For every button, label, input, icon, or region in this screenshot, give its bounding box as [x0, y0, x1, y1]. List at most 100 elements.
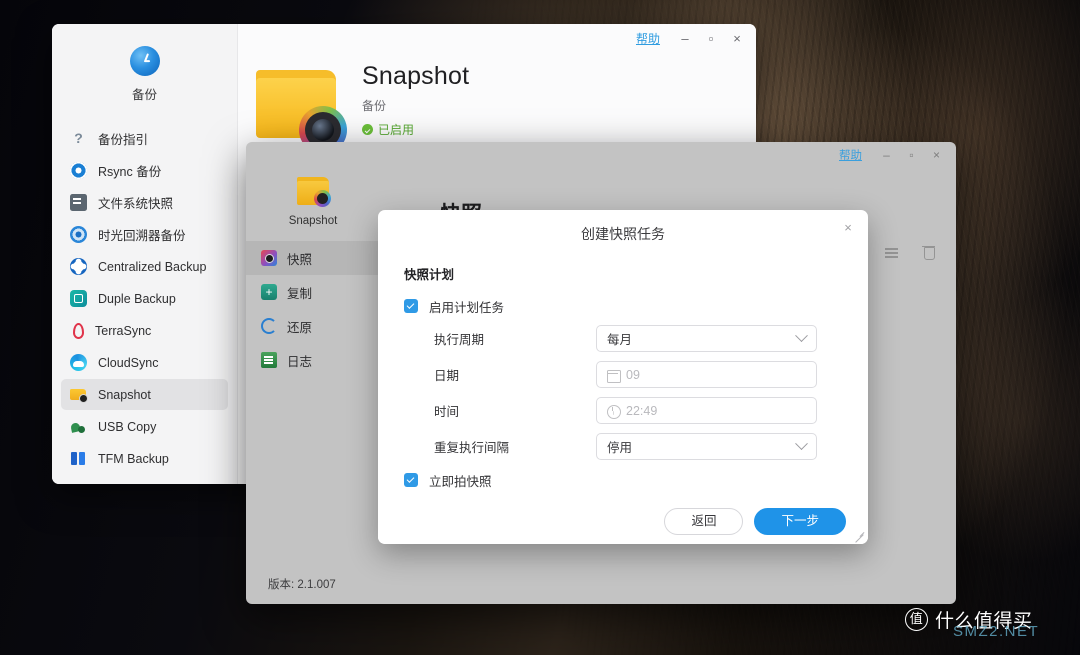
app-category: 备份: [362, 99, 387, 113]
enable-schedule-label: 启用计划任务: [429, 300, 505, 315]
field-row-time: 时间 22:49: [404, 395, 842, 426]
watermark-subtext: SMZ2.NET: [953, 623, 1040, 640]
field-row-date: 日期 09: [404, 359, 842, 390]
minimize-button[interactable]: –: [672, 26, 698, 50]
snapshot-nav-icon: [261, 250, 277, 266]
close-button[interactable]: ×: [724, 26, 750, 50]
repeat-interval-value: 停用: [607, 441, 633, 455]
status-badge: 已启用: [362, 121, 751, 138]
sidebar-item-terrasync[interactable]: TerraSync: [61, 315, 228, 346]
take-now-row[interactable]: 立即拍快照: [404, 467, 842, 493]
sidebar-item-label: 时光回溯器备份: [98, 229, 186, 243]
duple-icon: [70, 290, 87, 307]
snapshot-app-name: Snapshot: [288, 215, 338, 227]
sidebar-item-label: TerraSync: [95, 323, 152, 338]
dialog-body: 快照计划 启用计划任务 执行周期 每月 日期 09 时间 22:49 重复执行间…: [378, 258, 868, 504]
app-center-sidebar: 备份 ? 备份指引 Rsync 备份 文件系统快照 时光回溯器备份 Centra…: [52, 24, 238, 484]
sidebar-item-tfm-backup[interactable]: TFM Backup: [61, 443, 228, 474]
maximize-button[interactable]: ▫: [899, 144, 924, 166]
sidebar-item-label: Rsync 备份: [98, 165, 162, 179]
time-input[interactable]: 22:49: [596, 397, 817, 424]
field-row-period: 执行周期 每月: [404, 323, 842, 354]
snapshot-icon: [70, 386, 88, 403]
nav-item-label: 快照: [287, 252, 313, 267]
sidebar-item-backup-guide[interactable]: ? 备份指引: [61, 123, 228, 154]
dialog-header: 创建快照任务 ×: [378, 210, 868, 258]
delete-icon[interactable]: [921, 244, 936, 260]
sidebar-item-snapshot[interactable]: Snapshot: [61, 379, 228, 410]
field-row-repeat-interval: 重复执行间隔 停用: [404, 431, 842, 462]
sidebar-item-label: Duple Backup: [98, 291, 176, 306]
app-center-brand: 备份: [52, 46, 237, 103]
calendar-icon: [607, 369, 621, 383]
back-button[interactable]: 返回: [664, 507, 744, 535]
sidebar-item-label: Centralized Backup: [98, 259, 207, 274]
field-label-date: 日期: [434, 369, 460, 383]
nav-item-label: 日志: [287, 354, 313, 369]
sidebar-item-filesystem-snapshot[interactable]: 文件系统快照: [61, 187, 228, 218]
log-nav-icon: [261, 352, 277, 368]
watermark: 值 什么值得买 SMZ2.NET: [905, 606, 1038, 640]
maximize-button[interactable]: ▫: [698, 26, 724, 50]
period-select[interactable]: 每月: [596, 325, 817, 352]
field-label-repeat-interval: 重复执行间隔: [434, 441, 510, 455]
sidebar-item-centralized-backup[interactable]: Centralized Backup: [61, 251, 228, 282]
chevron-down-icon: [795, 437, 808, 451]
clock-icon: [607, 404, 621, 419]
centralized-icon: [70, 258, 87, 275]
repeat-interval-select[interactable]: 停用: [596, 433, 817, 460]
sidebar-item-label: TFM Backup: [98, 451, 169, 466]
close-icon[interactable]: ×: [839, 219, 857, 237]
period-value: 每月: [607, 333, 633, 347]
dialog-title: 创建快照任务: [581, 226, 665, 242]
date-input[interactable]: 09: [596, 361, 817, 388]
sidebar-item-duple-backup[interactable]: Duple Backup: [61, 283, 228, 314]
nav-item-restore[interactable]: 还原: [246, 309, 380, 343]
sidebar-item-time-machine-backup[interactable]: 时光回溯器备份: [61, 219, 228, 250]
close-button[interactable]: ×: [924, 144, 949, 166]
nav-item-copy[interactable]: 复制: [246, 275, 380, 309]
status-label: 已启用: [378, 123, 415, 137]
sidebar-item-label: Snapshot: [98, 387, 151, 402]
field-label-period: 执行周期: [434, 333, 485, 347]
resize-handle[interactable]: [853, 529, 865, 541]
minimize-button[interactable]: –: [874, 144, 899, 166]
nav-item-snapshot[interactable]: 快照: [246, 241, 380, 275]
take-snapshot-now-label: 立即拍快照: [429, 474, 492, 489]
terrasync-icon: [73, 322, 84, 339]
list-view-icon[interactable]: [884, 244, 899, 260]
nav-item-log[interactable]: 日志: [246, 343, 380, 377]
cloudsync-icon: [70, 354, 87, 371]
sidebar-item-label: CloudSync: [98, 355, 159, 370]
chevron-down-icon: [795, 329, 808, 343]
create-snapshot-task-dialog: 创建快照任务 × 快照计划 启用计划任务 执行周期 每月 日期 09 时间 22…: [378, 210, 868, 544]
brand-label: 备份: [131, 88, 157, 102]
nav-item-label: 复制: [287, 286, 313, 301]
time-value: 22:49: [626, 403, 658, 418]
snapshot-titlebar: 帮助 – ▫ ×: [246, 142, 956, 168]
version-label: 版本: 2.1.007: [268, 579, 336, 591]
folder-camera-icon: [295, 175, 331, 209]
rsync-icon: [70, 162, 87, 179]
section-title-schedule: 快照计划: [404, 268, 455, 282]
nav-item-label: 还原: [287, 320, 313, 335]
dialog-footer: 返回 下一步: [378, 498, 868, 544]
snapshot-sidebar: Snapshot 快照 复制 还原 日志: [246, 168, 380, 604]
field-label-time: 时间: [434, 405, 460, 419]
sidebar-item-cloudsync[interactable]: CloudSync: [61, 347, 228, 378]
sidebar-item-rsync-backup[interactable]: Rsync 备份: [61, 155, 228, 186]
timemachine-icon: [70, 226, 87, 243]
snapshot-app-block: Snapshot: [246, 168, 380, 241]
enable-schedule-row[interactable]: 启用计划任务: [404, 293, 842, 319]
app-center-titlebar: 帮助 – ▫ ×: [238, 24, 756, 52]
next-button[interactable]: 下一步: [754, 507, 846, 535]
sidebar-item-label: 文件系统快照: [98, 197, 174, 211]
take-snapshot-now-checkbox[interactable]: [404, 473, 418, 487]
filesystem-icon: [70, 194, 87, 211]
sidebar-item-usb-copy[interactable]: USB Copy: [61, 411, 228, 442]
enable-schedule-checkbox[interactable]: [404, 299, 418, 313]
help-link[interactable]: 帮助: [636, 30, 660, 47]
guide-icon: ?: [74, 130, 83, 146]
help-link[interactable]: 帮助: [839, 147, 862, 163]
date-value: 09: [626, 367, 640, 382]
